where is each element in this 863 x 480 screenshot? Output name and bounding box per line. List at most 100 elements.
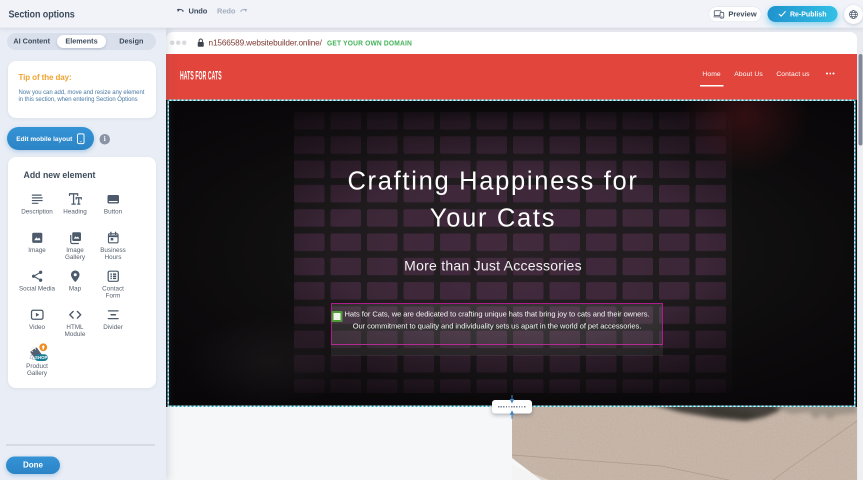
element-item-contact-form[interactable]: Contact Form [94, 262, 132, 301]
element-label: Business Hours [94, 247, 132, 261]
browser-dot-icon [182, 40, 187, 45]
tab-design[interactable]: Design [107, 33, 156, 50]
resize-arrow-down-icon [508, 395, 516, 406]
svg-text:SHOP: SHOP [35, 355, 48, 360]
nav-link-contact[interactable]: Contact us [776, 70, 809, 78]
site-nav-links: Home About Us Contact us [702, 51, 834, 97]
tab-elements[interactable]: Elements [57, 35, 106, 48]
add-new-element-card: Add new element Description [8, 157, 156, 388]
edit-mobile-layout-label: Edit mobile layout [16, 135, 72, 143]
nav-link-about[interactable]: About Us [734, 70, 763, 78]
element-label: Video [18, 324, 56, 331]
image-gallery-icon [68, 230, 83, 245]
tip-of-the-day-card: Tip of the day: Now you can add, move an… [8, 61, 156, 118]
panel-divider [6, 445, 155, 446]
element-item-button[interactable]: Button [94, 185, 132, 224]
map-icon [68, 269, 83, 284]
site-url[interactable]: n1566589.websitebuilder.online/ [209, 39, 322, 49]
topbar: Section options Undo Redo Preview [0, 0, 863, 28]
element-label: Image [18, 247, 56, 254]
resize-arrow-up-icon [508, 410, 516, 421]
panel-tabs: AI Content Elements Design [7, 33, 156, 50]
heading-icon [68, 192, 83, 207]
site-logo[interactable]: HATS FOR CATS [180, 69, 222, 83]
nav-link-home[interactable]: Home [702, 70, 720, 78]
hero-heading-line1: Crafting Happiness for [312, 163, 674, 200]
business-hours-icon [106, 230, 121, 245]
element-label: HTML Module [56, 324, 94, 338]
scrollbar-thumb[interactable] [859, 54, 863, 146]
hero-subheading[interactable]: More than Just Accessories [312, 258, 674, 274]
nav-more-icon[interactable] [826, 73, 834, 75]
section-selection-border-left [168, 100, 169, 408]
lock-icon [197, 38, 205, 48]
element-grid: Description Heading [18, 185, 134, 378]
redo-label: Redo [217, 7, 235, 16]
hero-section[interactable]: Crafting Happiness for Your Cats More th… [166, 100, 857, 407]
get-your-own-domain-link[interactable]: GET YOUR OWN DOMAIN [327, 39, 412, 48]
image-icon [30, 230, 45, 245]
product-gallery-icon: SHOP [26, 343, 48, 361]
hero-body-line2: Our commitment to quality and individual… [337, 321, 657, 333]
add-element-title: Add new element [24, 170, 96, 181]
element-item-description[interactable]: Description [18, 185, 56, 224]
contact-form-icon [106, 269, 121, 284]
element-label: Product Gallery [18, 363, 56, 377]
section-options-panel: AI Content Elements Design Tip of the da… [0, 28, 166, 480]
republish-label: Re-Publish [790, 10, 827, 18]
element-label: Contact Form [94, 286, 132, 300]
element-item-video[interactable]: Video [18, 301, 56, 340]
description-icon [30, 192, 45, 207]
preview-scrollbar[interactable] [857, 54, 863, 480]
tip-title: Tip of the day: [19, 74, 72, 83]
element-label: Divider [94, 324, 132, 331]
element-item-html-module[interactable]: HTML Module [56, 301, 94, 340]
video-icon [30, 307, 45, 322]
done-label: Done [23, 461, 43, 470]
element-item-image[interactable]: Image [18, 224, 56, 263]
element-label: Map [56, 286, 94, 293]
element-label: Description [18, 209, 56, 216]
element-item-business-hours[interactable]: Business Hours [94, 224, 132, 263]
done-button[interactable]: Done [6, 457, 60, 475]
hero-body-text: Hats for Cats, we are dedicated to craft… [337, 309, 657, 333]
element-label: Image Gallery [56, 247, 94, 261]
html-module-icon [68, 307, 83, 322]
element-item-heading[interactable]: Heading [56, 185, 94, 224]
hero-body-line1: Hats for Cats, we are dedicated to craft… [337, 309, 657, 321]
divider-icon [106, 307, 121, 322]
browser-dot-icon [170, 40, 175, 45]
element-item-product-gallery[interactable]: SHOP Product Gallery [18, 339, 56, 378]
globe-icon [849, 10, 859, 20]
website-canvas: HATS FOR CATS Home About Us Contact us [166, 54, 857, 480]
pavement-photo [512, 407, 857, 480]
hero-heading-line2: Your Cats [312, 200, 674, 237]
undo-button[interactable]: Undo [176, 7, 207, 16]
page-title: Section options [9, 9, 75, 21]
devices-icon [713, 10, 724, 19]
undo-label: Undo [189, 7, 208, 16]
grip-dots [498, 406, 527, 408]
element-item-social-media[interactable]: Social Media [18, 262, 56, 301]
element-item-image-gallery[interactable]: Image Gallery [56, 224, 94, 263]
element-item-map[interactable]: Map [56, 262, 94, 301]
preview-button[interactable]: Preview [709, 7, 762, 23]
social-media-icon [30, 269, 45, 284]
element-label: Button [94, 209, 132, 216]
section-selection-border-right [854, 100, 855, 408]
smartphone-icon [77, 133, 85, 145]
redo-icon [239, 7, 248, 16]
language-globe-button[interactable] [844, 5, 863, 24]
element-item-divider[interactable]: Divider [94, 301, 132, 340]
republish-button[interactable]: Re-Publish [768, 6, 838, 22]
selected-text-element[interactable]: Hats for Cats, we are dedicated to craft… [331, 303, 663, 345]
element-label: Social Media [18, 286, 56, 293]
info-icon[interactable]: i [100, 134, 111, 145]
edit-mobile-layout-button[interactable]: Edit mobile layout [7, 127, 94, 150]
hero-heading[interactable]: Crafting Happiness for Your Cats [312, 163, 674, 237]
check-icon [778, 11, 786, 17]
button-icon [106, 192, 121, 207]
tab-ai-content[interactable]: AI Content [7, 33, 56, 50]
redo-button[interactable]: Redo [217, 7, 248, 16]
element-label: Heading [56, 209, 94, 216]
